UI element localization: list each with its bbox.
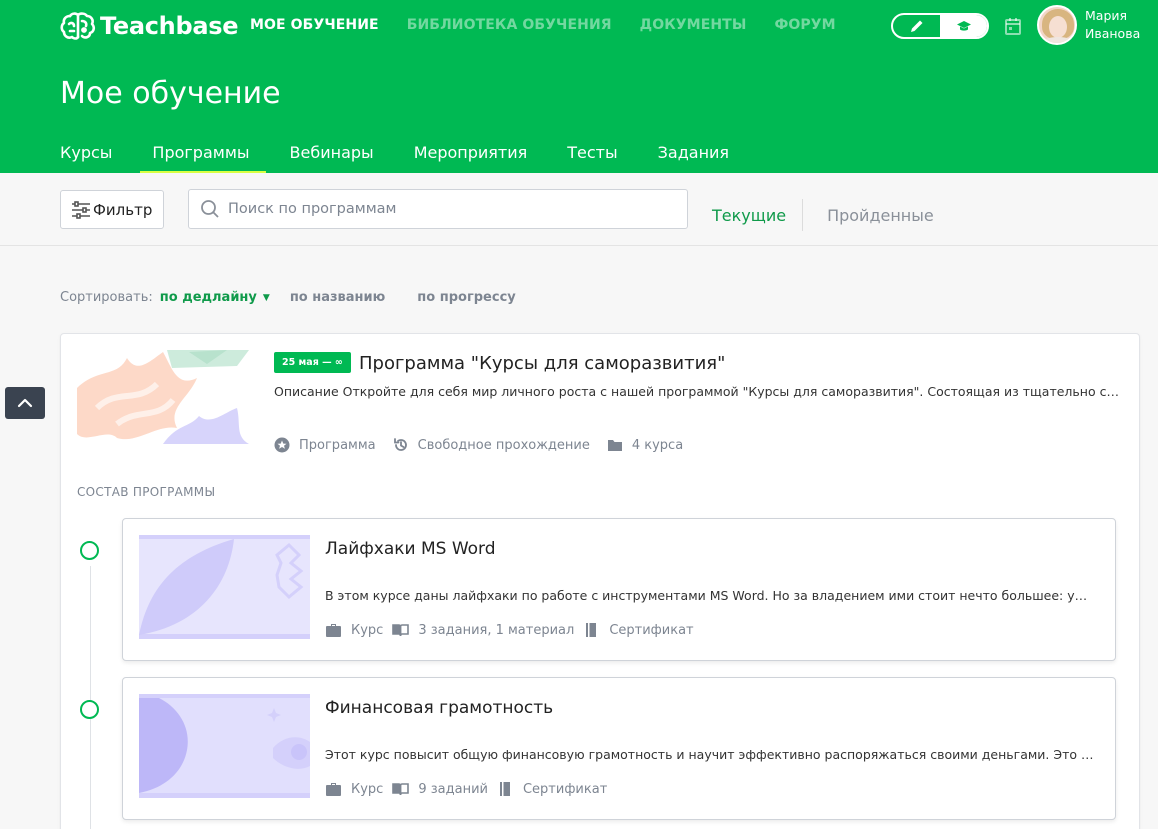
status-current-tab[interactable]: Текущие bbox=[712, 206, 786, 225]
page-title: Мое обучение bbox=[60, 76, 281, 111]
star-badge-icon bbox=[274, 437, 290, 453]
program-title[interactable]: Программа "Курсы для саморазвития" bbox=[359, 353, 725, 374]
app-header: Teachbase МОЕ ОБУЧЕНИЕ БИБЛИОТЕКА ОБУЧЕН… bbox=[0, 0, 1158, 175]
search-icon bbox=[201, 200, 219, 218]
program-description: Описание Откройте для себя мир личного р… bbox=[274, 384, 1124, 399]
caret-down-icon[interactable]: ▼ bbox=[263, 293, 270, 303]
nav-library[interactable]: БИБЛИОТЕКА ОБУЧЕНИЯ bbox=[407, 17, 612, 33]
course-certificate: Сертификат bbox=[522, 781, 608, 797]
sort-by-name[interactable]: по названию bbox=[290, 290, 385, 305]
nav-documents[interactable]: ДОКУМЕНТЫ bbox=[640, 17, 747, 33]
user-first-name: Мария bbox=[1085, 8, 1128, 23]
filter-label: Фильтр bbox=[93, 200, 153, 219]
timeline-dot bbox=[80, 700, 99, 719]
folder-icon bbox=[607, 440, 622, 451]
course-card[interactable]: Финансовая грамотность Этот курс повысит… bbox=[122, 677, 1116, 820]
user-name[interactable]: Мария Иванова bbox=[1085, 7, 1140, 43]
book-open-icon bbox=[392, 783, 410, 796]
certificate-icon bbox=[586, 623, 597, 637]
filter-button[interactable]: Фильтр bbox=[60, 190, 164, 229]
toolbar: Фильтр Текущие Пройденные bbox=[0, 173, 1158, 246]
sort-label: Сортировать: bbox=[60, 290, 153, 305]
teachbase-logo[interactable]: Teachbase bbox=[60, 10, 239, 42]
timeline-line bbox=[90, 566, 91, 829]
course-meta: Курс 3 задания, 1 материал Сертификат bbox=[325, 622, 703, 638]
history-icon bbox=[393, 438, 407, 451]
brain-logo-icon bbox=[60, 12, 96, 40]
briefcase-icon bbox=[326, 783, 341, 796]
course-description: В этом курсе даны лайфхаки по работе с и… bbox=[325, 588, 1095, 603]
search-box bbox=[188, 189, 688, 229]
sort-by-progress[interactable]: по прогрессу bbox=[417, 290, 515, 305]
nav-my-learning[interactable]: МОЕ ОБУЧЕНИЕ bbox=[250, 17, 379, 33]
graduation-cap-icon bbox=[956, 21, 971, 31]
user-last-name: Иванова bbox=[1085, 26, 1141, 41]
author-mode-button[interactable] bbox=[893, 15, 940, 37]
program-card[interactable]: 25 мая — ∞ Программа "Курсы для саморазв… bbox=[60, 333, 1140, 829]
tab-courses[interactable]: Курсы bbox=[60, 143, 112, 173]
learner-mode-button[interactable] bbox=[940, 15, 987, 37]
course-certificate: Сертификат bbox=[609, 622, 694, 638]
tab-programs[interactable]: Программы bbox=[140, 143, 266, 175]
course-card[interactable]: Лайфхаки MS Word В этом курсе даны лайфх… bbox=[122, 518, 1116, 661]
brand-name: Teachbase bbox=[100, 12, 239, 40]
main-nav: МОЕ ОБУЧЕНИЕ БИБЛИОТЕКА ОБУЧЕНИЯ ДОКУМЕН… bbox=[250, 17, 836, 33]
scroll-top-button[interactable] bbox=[5, 387, 45, 419]
book-open-icon bbox=[392, 624, 410, 637]
calendar-icon[interactable] bbox=[1003, 16, 1023, 36]
program-type: Программа bbox=[299, 437, 376, 453]
briefcase-icon bbox=[326, 624, 341, 637]
certificate-icon bbox=[499, 782, 510, 796]
chevron-up-icon bbox=[17, 398, 33, 408]
tab-tests[interactable]: Тесты bbox=[567, 143, 617, 173]
course-meta: Курс 9 заданий Сертификат bbox=[325, 781, 616, 797]
course-content: 3 задания, 1 материал bbox=[418, 622, 575, 638]
course-content: 9 заданий bbox=[418, 781, 488, 797]
program-course-count: 4 курса bbox=[631, 437, 684, 453]
sort-by-deadline[interactable]: по дедлайну bbox=[160, 290, 257, 305]
status-divider bbox=[802, 199, 804, 231]
status-tabs: Текущие Пройденные bbox=[712, 199, 934, 231]
course-title[interactable]: Финансовая грамотность bbox=[325, 698, 553, 718]
sliders-icon bbox=[72, 200, 90, 219]
pencil-icon bbox=[910, 20, 922, 32]
deadline-badge: 25 мая — ∞ bbox=[274, 352, 351, 373]
course-title[interactable]: Лайфхаки MS Word bbox=[325, 539, 496, 559]
status-done-tab[interactable]: Пройденные bbox=[827, 206, 934, 225]
mode-toggle bbox=[891, 13, 989, 39]
search-input[interactable] bbox=[228, 201, 668, 217]
program-cover-image bbox=[77, 348, 249, 444]
composition-heading: СОСТАВ ПРОГРАММЫ bbox=[77, 485, 216, 499]
course-description: Этот курс повысит общую финансовую грамо… bbox=[325, 747, 1095, 762]
course-type: Курс bbox=[351, 781, 384, 797]
course-cover-image bbox=[139, 535, 310, 639]
sort-bar: Сортировать: по дедлайну ▼ по названию п… bbox=[60, 290, 516, 305]
timeline-dot bbox=[80, 541, 99, 560]
course-type: Курс bbox=[351, 622, 384, 638]
nav-forum[interactable]: ФОРУМ bbox=[774, 17, 835, 33]
course-cover-image bbox=[139, 694, 310, 798]
tab-webinars[interactable]: Вебинары bbox=[290, 143, 374, 173]
tab-events[interactable]: Мероприятия bbox=[414, 143, 528, 173]
program-mode: Свободное прохождение bbox=[417, 437, 590, 453]
tab-tasks[interactable]: Задания bbox=[658, 143, 729, 173]
user-avatar[interactable] bbox=[1037, 5, 1077, 45]
program-meta: Программа Свободное прохождение 4 курса bbox=[274, 437, 700, 453]
learning-tabs: Курсы Программы Вебинары Мероприятия Тес… bbox=[60, 143, 729, 175]
